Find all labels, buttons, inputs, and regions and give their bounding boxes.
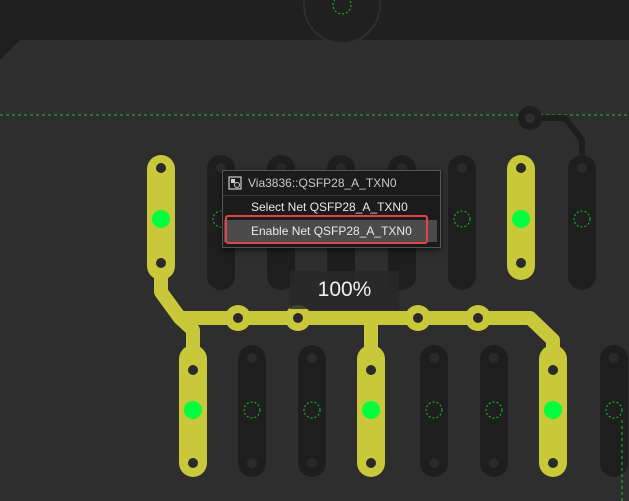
context-menu-header: Via3836::QSFP28_A_TXN0	[223, 171, 440, 194]
menu-item-select-net[interactable]: Select Net QSFP28_A_TXN0	[224, 196, 437, 218]
menu-item-enable-net[interactable]: Enable Net QSFP28_A_TXN0	[224, 220, 437, 242]
context-menu: Via3836::QSFP28_A_TXN0 Select Net QSFP28…	[222, 170, 441, 248]
menu-item-select-net-label: Select Net QSFP28_A_TXN0	[251, 200, 408, 214]
menu-item-enable-net-label: Enable Net QSFP28_A_TXN0	[251, 224, 412, 238]
context-menu-title: Via3836::QSFP28_A_TXN0	[248, 175, 397, 190]
pcb-canvas[interactable]	[0, 0, 629, 501]
zoom-level-text: 100%	[317, 278, 372, 301]
via-icon	[228, 175, 242, 190]
zoom-level-indicator: 100%	[290, 271, 399, 309]
